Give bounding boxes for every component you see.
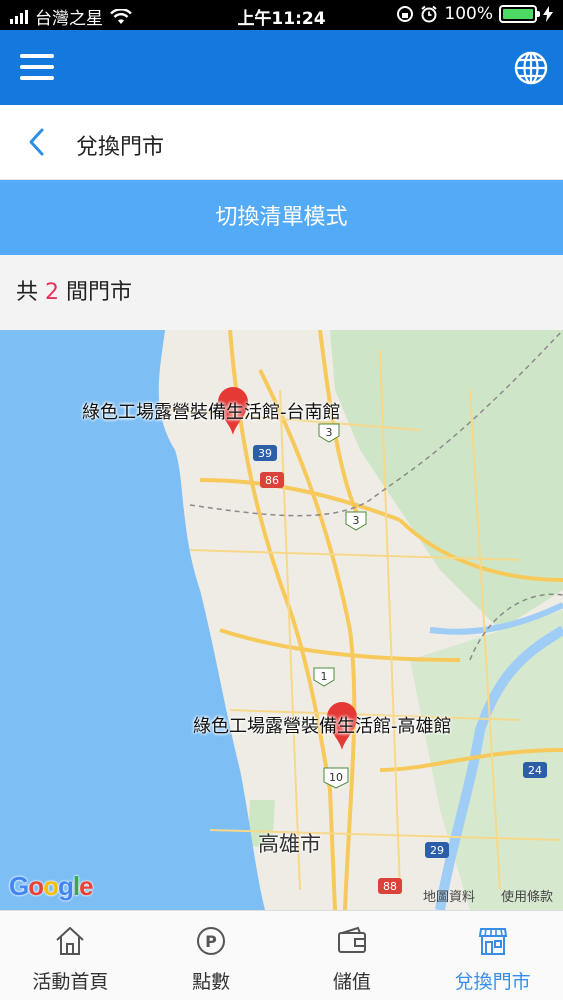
road-shield: 39 [258,447,272,460]
road-shield: 3 [326,426,333,439]
wallet-icon [337,926,366,953]
road-shield: 86 [265,474,279,487]
store-count-prefix: 共 [16,280,45,305]
terms-link[interactable]: 使用條款 [501,886,553,905]
svg-text:P: P [205,932,217,951]
switch-list-mode-button[interactable]: 切換清單模式 [0,180,563,255]
tab-points[interactable]: P 點數 [141,911,282,1000]
app-bar [0,30,563,105]
tab-label: 點數 [192,971,231,993]
store-count-number: 2 [45,280,59,305]
globe-icon[interactable] [513,50,549,86]
map-data-link[interactable]: 地圖資料 [423,886,475,905]
tab-label: 儲值 [332,971,371,993]
status-bar: 台灣之星 上午11:24 100% [0,0,563,30]
home-icon [56,927,85,955]
city-label: 高雄市 [258,832,321,856]
road-shield: 24 [528,764,542,777]
tab-bar: 活動首頁 P 點數 儲值 兌換門市 [0,910,563,1000]
store-count-suffix: 間門市 [59,280,132,305]
alarm-icon [421,5,438,23]
road-shield: 10 [329,771,343,784]
back-chevron-icon[interactable] [22,127,52,157]
tab-label: 活動首頁 [32,971,109,993]
battery-icon [499,5,540,23]
battery-percent: 100% [444,4,493,24]
tab-label: 兌換門市 [454,971,531,993]
menu-button[interactable] [20,52,54,82]
title-bar: 兌換門市 [0,105,563,180]
tab-home[interactable]: 活動首頁 [0,911,141,1000]
road-shield: 29 [430,844,444,857]
road-shield: 88 [383,880,397,893]
charging-icon [543,6,553,22]
road-shield: 1 [321,670,328,683]
points-icon: P [197,927,226,955]
store-icon [478,928,507,955]
store-count: 共 2 間門市 [0,255,563,330]
rotation-lock-icon [397,6,414,22]
road-shield: 3 [353,514,360,527]
page-title: 兌換門市 [76,135,165,160]
google-logo: Google [9,871,94,901]
store-label-kaohsiung[interactable]: 綠色工場露營裝備生活館-高雄館 [193,712,452,738]
tab-stores[interactable]: 兌換門市 [422,911,563,1000]
tab-topup[interactable]: 儲值 [282,911,423,1000]
store-label-tainan[interactable]: 綠色工場露營裝備生活館-台南館 [82,398,341,424]
store-map[interactable]: 3 39 86 3 1 10 24 29 88 綠色工場露營裝備生活館-台南館 … [0,330,563,910]
